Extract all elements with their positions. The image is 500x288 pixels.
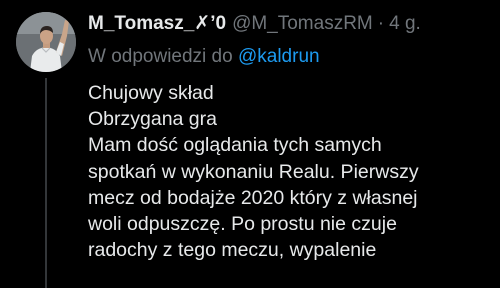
tweet-text-line: radochy z tego meczu, wypalenie — [88, 239, 377, 262]
avatar[interactable] — [16, 12, 76, 72]
reply-context: W odpowiedzi do @kaldrun — [88, 46, 320, 68]
tweet[interactable]: M_Tomasz_✗ʼ0 @M_TomaszRM · 4 g. W odpowi… — [0, 0, 500, 288]
avatar-image — [16, 12, 76, 72]
tweet-text-line: spotkań w wykonaniu Realu. Pierwszy — [88, 160, 419, 183]
reply-prefix: W odpowiedzi do — [88, 46, 233, 67]
tweet-text-line: Mam dość oglądania tych samych — [88, 134, 382, 157]
tweet-text-line: Chujowy skład — [88, 82, 214, 104]
tweet-text: Chujowy skład Obrzygana gra Mam dość ogl… — [88, 80, 493, 263]
handle[interactable]: @M_TomaszRM — [232, 13, 373, 35]
tweet-text-line: Obrzygana gra — [88, 108, 217, 131]
tweet-text-line: mecz od bodajże 2020 który z własnej — [88, 186, 418, 209]
display-name[interactable]: M_Tomasz_✗ʼ0 — [88, 12, 226, 35]
tweet-header: M_Tomasz_✗ʼ0 @M_TomaszRM · 4 g. — [88, 12, 421, 40]
header-separator: · — [377, 13, 385, 34]
timestamp[interactable]: 4 g. — [389, 13, 421, 35]
reply-mention-link[interactable]: @kaldrun — [238, 46, 320, 67]
tweet-text-line: woli odpuszczę. Po prostu nie czuje — [88, 213, 397, 236]
thread-line — [45, 78, 47, 288]
